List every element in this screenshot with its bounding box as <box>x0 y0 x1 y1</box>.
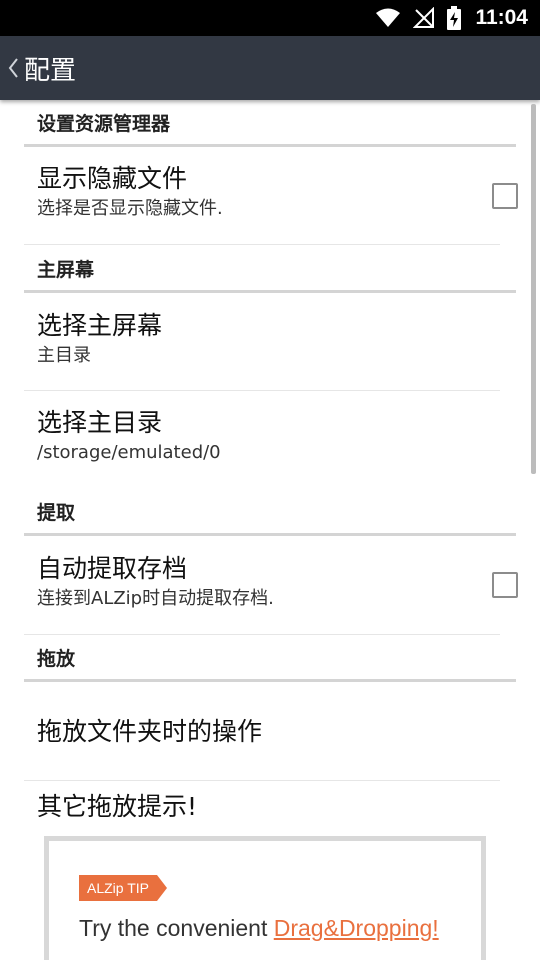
other-drag-tips-pref[interactable]: 其它拖放提示! <box>24 791 500 831</box>
chevron-left-icon[interactable] <box>4 36 22 100</box>
show-hidden-files-pref[interactable]: 显示隐藏文件 选择是否显示隐藏文件. <box>24 163 500 245</box>
tip-badge: ALZip TIP <box>79 875 167 901</box>
page-title[interactable]: 配置 <box>24 50 76 87</box>
tip-text-highlight[interactable]: Drag&Dropping! <box>274 915 439 941</box>
pref-title: 自动提取存档 <box>37 554 188 583</box>
no-signal-icon <box>413 7 435 29</box>
select-home-screen-pref[interactable]: 选择主屏幕 主目录 <box>24 310 500 391</box>
pref-title: 其它拖放提示! <box>37 792 198 821</box>
battery-charging-icon <box>447 6 462 30</box>
section-header-home: 主屏幕 <box>24 246 516 293</box>
clock: 11:04 <box>475 6 528 29</box>
section-header-explorer: 设置资源管理器 <box>24 100 516 147</box>
pref-title: 选择主目录 <box>37 408 163 437</box>
status-bar: 11:04 <box>0 0 540 36</box>
tip-card: ALZip TIP Try the convenient Drag&Droppi… <box>44 836 486 960</box>
auto-extract-pref[interactable]: 自动提取存档 连接到ALZip时自动提取存档. <box>24 553 500 635</box>
section-header-extract: 提取 <box>24 489 516 536</box>
pref-summary: 选择是否显示隐藏文件. <box>37 198 223 219</box>
pref-summary: 主目录 <box>37 345 91 366</box>
section-header-drag-drop: 拖放 <box>24 635 516 682</box>
pref-title: 选择主屏幕 <box>37 311 163 340</box>
pref-summary: /storage/emulated/0 <box>37 442 221 463</box>
scrollbar[interactable] <box>531 104 536 474</box>
wifi-icon <box>375 8 401 28</box>
auto-extract-checkbox[interactable] <box>492 572 518 598</box>
tip-text: Try the convenient Drag&Dropping! <box>79 915 439 942</box>
pref-summary: 连接到ALZip时自动提取存档. <box>37 588 274 609</box>
pref-title: 显示隐藏文件 <box>37 164 188 193</box>
show-hidden-files-checkbox[interactable] <box>492 183 518 209</box>
select-home-dir-pref[interactable]: 选择主目录 /storage/emulated/0 <box>24 407 500 489</box>
folder-drag-action-pref[interactable]: 拖放文件夹时的操作 <box>24 684 500 781</box>
tip-text-prefix: Try the convenient <box>79 915 274 941</box>
app-bar: 配置 <box>0 36 540 100</box>
pref-title: 拖放文件夹时的操作 <box>37 717 263 746</box>
